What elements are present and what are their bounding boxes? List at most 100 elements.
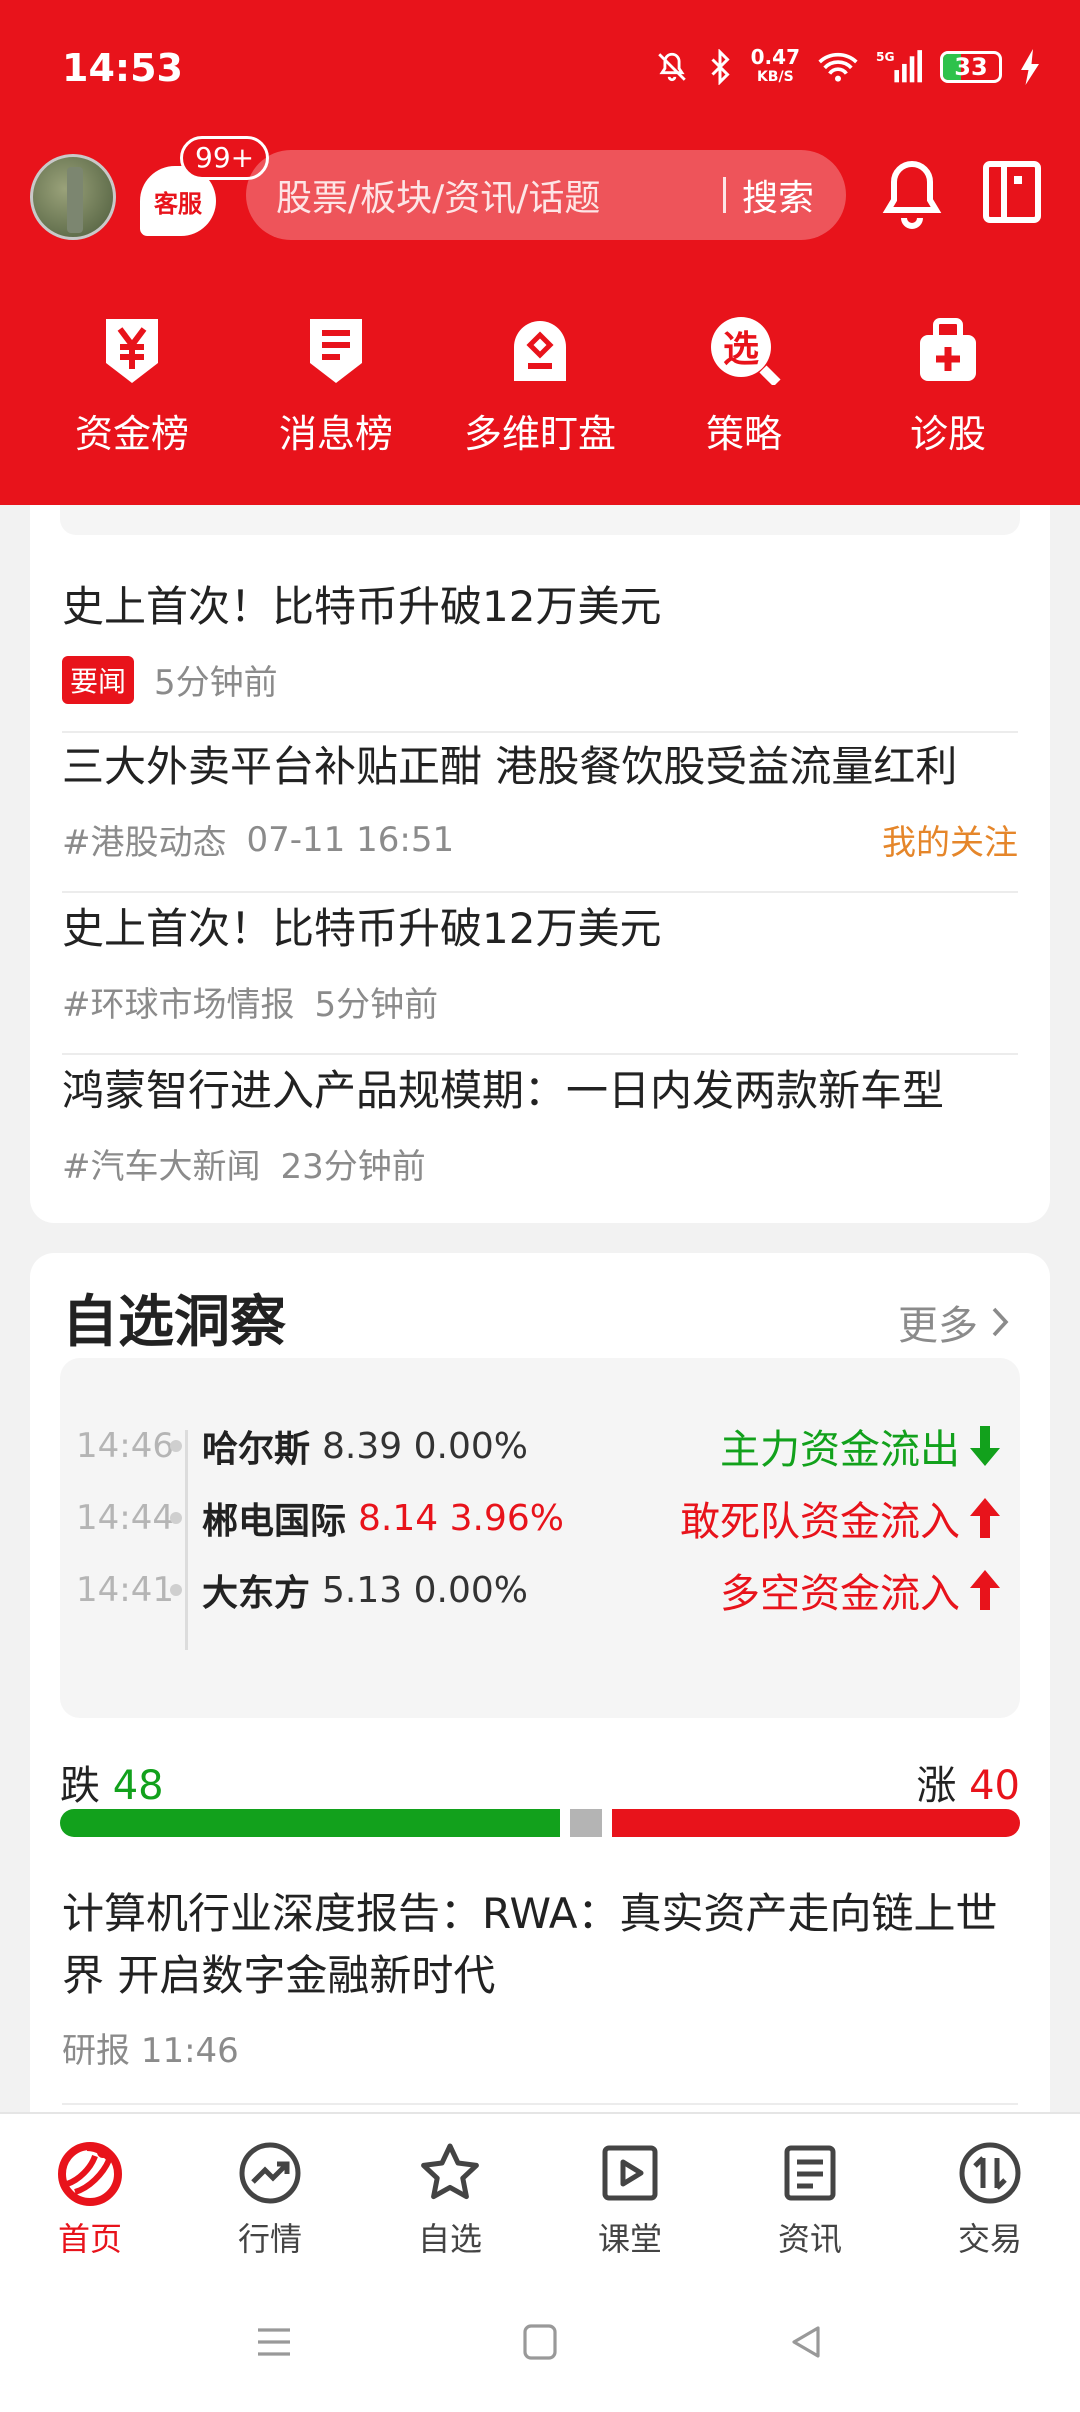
news-item[interactable]: 鸿蒙智行进入产品规模期：一日内发两款新车型 #汽车大新闻 23分钟前 <box>62 1057 1018 1217</box>
strategy-select-icon: 选 <box>711 317 781 385</box>
news-item[interactable]: 三大外卖平台补贴正酣 港股餐饮股受益流量红利 #港股动态 07-11 16:51… <box>62 733 1018 893</box>
timeline-dot <box>170 1440 182 1452</box>
status-icons: 0.47 KB/S 5G 33 <box>655 42 1040 92</box>
system-nav-bar <box>0 2282 1080 2412</box>
fund-signal: 多空资金流入 <box>720 1561 1000 1619</box>
message-shield-icon <box>310 319 362 383</box>
more-link[interactable]: 更多 <box>898 1293 1010 1351</box>
bell-icon[interactable] <box>880 158 944 230</box>
quick-nav-fund-rank[interactable]: 资金榜 <box>30 305 234 475</box>
stock-price: 8.14 3.96% <box>358 1497 564 1539</box>
news-meta: #汽车大新闻 23分钟前 <box>62 1139 426 1188</box>
header-top-row: 客服 99+ 股票/板块/资讯/话题 搜索 <box>0 136 1080 260</box>
search-input[interactable]: 股票/板块/资讯/话题 <box>276 169 723 221</box>
nav-label: 行情 <box>237 2220 302 2258</box>
section-title: 自选洞察 <box>62 1290 286 1355</box>
home-watch-icon <box>514 321 566 381</box>
rise-count-value: 40 <box>969 1763 1020 1809</box>
market-trend-icon <box>239 2142 301 2204</box>
mute-bell-icon <box>657 52 686 82</box>
news-item[interactable]: 史上首次！比特币升破12万美元 #环球市场情报 5分钟前 <box>62 895 1018 1055</box>
rise-bar <box>612 1809 1020 1837</box>
nav-home[interactable]: 首页 <box>0 2114 180 2282</box>
play-video-icon <box>602 2145 658 2201</box>
more-label: 更多 <box>898 1303 978 1349</box>
quick-nav-strategy[interactable]: 选 策略 <box>642 305 846 475</box>
insight-time: 14:44 <box>76 1498 174 1538</box>
portfolio-book-icon[interactable] <box>982 160 1042 224</box>
quick-nav-label: 多维盯盘 <box>463 412 616 456</box>
nav-label: 课堂 <box>597 2220 662 2258</box>
news-title[interactable]: 三大外卖平台补贴正酣 港股餐饮股受益流量红利 <box>62 733 1018 794</box>
quick-nav-label: 策略 <box>705 412 782 456</box>
news-topic[interactable]: #汽车大新闻 <box>62 1139 261 1188</box>
svg-text:5G: 5G <box>876 50 895 64</box>
svg-text:选: 选 <box>723 329 759 370</box>
follow-label: 我的关注 <box>882 823 1018 863</box>
rise-fall-summary: 跌 48 涨 40 <box>60 1753 1020 1853</box>
fund-signal: 敢死队资金流入 <box>680 1489 1000 1547</box>
news-card: 史上首次！比特币升破12万美元 要闻 5分钟前 三大外卖平台补贴正酣 港股餐饮股… <box>30 505 1050 1223</box>
news-title[interactable]: 史上首次！比特币升破12万美元 <box>62 895 1018 956</box>
search-button[interactable]: 搜索 <box>742 169 814 221</box>
nav-news[interactable]: 资讯 <box>720 2114 900 2282</box>
timeline-dot <box>170 1584 182 1596</box>
news-meta: #港股动态 07-11 16:51 <box>62 815 454 864</box>
nav-label: 交易 <box>957 2220 1022 2258</box>
yen-shield-icon <box>106 319 158 383</box>
avatar[interactable] <box>30 154 116 240</box>
news-topic[interactable]: #环球市场情报 <box>62 977 295 1026</box>
news-item[interactable]: 史上首次！比特币升破12万美元 要闻 5分钟前 <box>62 573 1018 733</box>
arrow-up-icon <box>970 1570 1000 1610</box>
quick-nav-label: 消息榜 <box>278 412 393 456</box>
news-meta: #环球市场情报 5分钟前 <box>62 977 438 1026</box>
divider <box>62 1053 1018 1055</box>
fall-label: 跌 <box>60 1763 100 1809</box>
nav-watchlist[interactable]: 自选 <box>360 2114 540 2282</box>
rise-count: 涨 40 <box>916 1753 1020 1811</box>
menu-icon[interactable] <box>254 2322 294 2362</box>
insight-row[interactable]: 14:41 大东方 5.13 0.00% 多空资金流入 <box>60 1550 1020 1630</box>
home-square-icon[interactable] <box>522 2322 558 2362</box>
research-report-item[interactable]: 计算机行业深度报告：RWA：真实资产走向链上世界 开启数字金融新时代 研报 11… <box>62 1883 1018 2105</box>
fund-signal-label: 主力资金流出 <box>720 1427 960 1473</box>
search-bar[interactable]: 股票/板块/资讯/话题 搜索 <box>246 150 846 240</box>
news-tag: 要闻 <box>62 655 135 704</box>
fall-count: 跌 48 <box>60 1753 164 1811</box>
rise-fall-bar <box>60 1809 1020 1837</box>
report-meta: 研报 11:46 <box>62 2023 1018 2072</box>
trade-exchange-icon <box>959 2142 1021 2204</box>
wifi-icon <box>818 52 858 82</box>
nav-label: 首页 <box>57 2220 122 2258</box>
nav-classroom[interactable]: 课堂 <box>540 2114 720 2282</box>
chevron-right-icon <box>992 1307 1009 1337</box>
fall-count-value: 48 <box>112 1763 164 1809</box>
quick-nav-diagnose[interactable]: 诊股 <box>846 305 1050 475</box>
rise-label: 涨 <box>916 1763 957 1809</box>
report-title[interactable]: 计算机行业深度报告：RWA：真实资产走向链上世界 开启数字金融新时代 <box>62 1883 1018 2007</box>
net-speed-value: 0.47 <box>750 45 800 69</box>
timeline-dot <box>170 1512 182 1524</box>
report-source: 研报 <box>62 2031 130 2071</box>
nav-trade[interactable]: 交易 <box>900 2114 1080 2282</box>
stock-price: 8.39 0.00% <box>322 1425 528 1467</box>
net-speed-unit: KB/S <box>756 69 794 85</box>
stock-name[interactable]: 大东方 <box>202 1564 310 1616</box>
nav-label: 资讯 <box>777 2220 842 2258</box>
stock-name[interactable]: 郴电国际 <box>202 1492 346 1544</box>
quick-nav-message-rank[interactable]: 消息榜 <box>234 305 438 475</box>
quick-nav-label: 资金榜 <box>74 412 189 456</box>
insight-row[interactable]: 14:44 郴电国际 8.14 3.96% 敢死队资金流入 <box>60 1478 1020 1558</box>
fund-signal-label: 敢死队资金流入 <box>680 1499 960 1545</box>
news-topic[interactable]: #港股动态 <box>62 815 227 864</box>
insight-row[interactable]: 14:46 哈尔斯 8.39 0.00% 主力资金流出 <box>60 1406 1020 1486</box>
stock-name[interactable]: 哈尔斯 <box>202 1420 310 1472</box>
back-icon[interactable] <box>786 2322 826 2362</box>
fall-bar <box>60 1809 560 1837</box>
news-doc-icon <box>784 2145 836 2201</box>
news-title[interactable]: 鸿蒙智行进入产品规模期：一日内发两款新车型 <box>62 1057 1018 1118</box>
nav-market[interactable]: 行情 <box>180 2114 360 2282</box>
news-time: 23分钟前 <box>280 1147 426 1187</box>
quick-nav-multi-watch[interactable]: 多维盯盘 <box>438 305 642 475</box>
news-title[interactable]: 史上首次！比特币升破12万美元 <box>62 573 1018 634</box>
